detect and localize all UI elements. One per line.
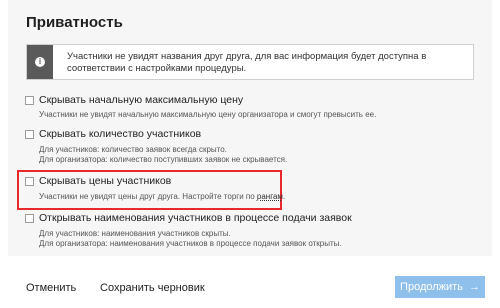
continue-label: Продолжить [400, 281, 463, 293]
info-box: i Участники не увидят названия друг друг… [26, 44, 474, 80]
info-icon: i [35, 57, 45, 67]
continue-button[interactable]: Продолжить → [395, 276, 485, 298]
option-label: Открывать наименования участников в проц… [39, 212, 352, 224]
checkbox[interactable] [25, 130, 34, 139]
cancel-button[interactable]: Отменить [26, 282, 76, 294]
option-label: Скрывать начальную максимальную цену [39, 94, 244, 106]
checkbox[interactable] [25, 177, 34, 186]
option-desc: Для организатора: наименования участнико… [39, 239, 342, 248]
info-bar: i [27, 45, 53, 79]
section-title: Приватность [26, 14, 123, 31]
checkbox[interactable] [25, 96, 34, 105]
option-desc: Участники не увидят цены друг друга. Нас… [39, 192, 286, 201]
option-desc: Для участников: количество заявок всегда… [39, 145, 227, 154]
ranks-link[interactable]: рангам [257, 192, 283, 201]
arrow-right-icon: → [468, 281, 480, 293]
option-label: Скрывать количество участников [39, 128, 202, 140]
checkbox[interactable] [25, 214, 34, 223]
option-desc: Для участников: наименования участников … [39, 229, 231, 238]
option-label: Скрывать цены участников [39, 175, 172, 187]
option-desc: Для организатора: количество поступивших… [39, 155, 288, 164]
info-text: Участники не увидят названия друг друга,… [67, 51, 427, 74]
option-desc: Участники не увидят начальную максимальн… [39, 110, 377, 119]
save-draft-button[interactable]: Сохранить черновик [100, 282, 205, 294]
